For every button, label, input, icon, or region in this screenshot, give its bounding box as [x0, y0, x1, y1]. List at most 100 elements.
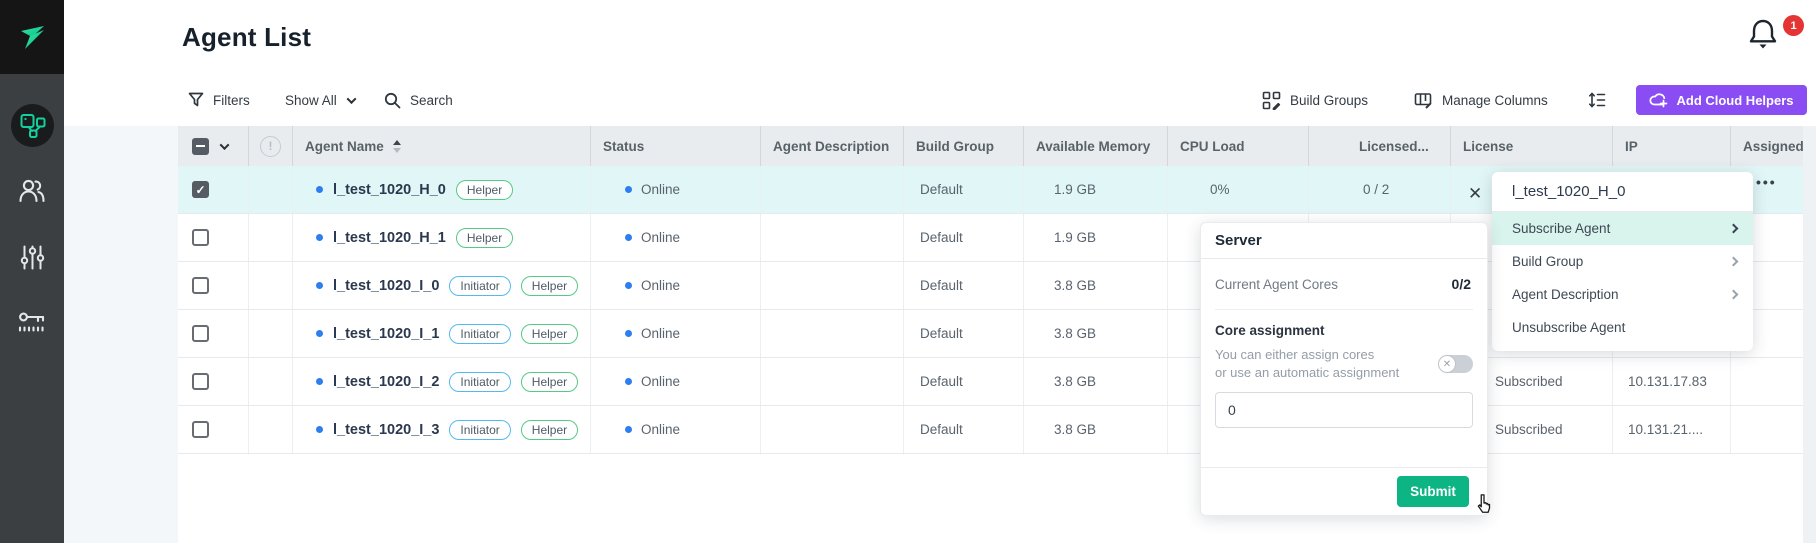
app-logo[interactable]: [0, 0, 64, 74]
status-text: Online: [641, 422, 680, 437]
sort-icon[interactable]: [393, 140, 401, 153]
agent-dot-icon: [316, 378, 323, 385]
status-dot-icon: [625, 234, 632, 241]
sidebar: [0, 0, 64, 543]
add-cloud-helpers-label: Add Cloud Helpers: [1676, 93, 1793, 108]
agent-name-text: l_test_1020_I_1: [333, 326, 439, 342]
status-text: Online: [641, 182, 680, 197]
row-height-button[interactable]: [1588, 85, 1606, 115]
menu-item-subscribe-agent[interactable]: Subscribe Agent: [1492, 212, 1753, 245]
page-title: Agent List: [182, 22, 311, 53]
row-checkbox[interactable]: [192, 421, 209, 438]
search-placeholder: Search: [410, 93, 453, 108]
menu-item-build-group[interactable]: Build Group: [1492, 245, 1753, 278]
licensed-cell: 0 / 2: [1308, 166, 1450, 213]
header-assigned[interactable]: Assigned: [1730, 126, 1803, 166]
agent-name-cell: l_test_1020_H_1Helper: [292, 214, 590, 261]
row-height-icon: [1588, 91, 1606, 109]
row-select-cell: [178, 166, 248, 213]
select-all-checkbox[interactable]: [192, 138, 209, 155]
close-panel-button[interactable]: ✕: [1468, 184, 1482, 204]
status-text: Online: [641, 374, 680, 389]
row-checkbox[interactable]: [192, 229, 209, 246]
search-input[interactable]: Search: [384, 85, 453, 115]
filters-label: Filters: [213, 93, 250, 108]
build-group-cell: Default: [903, 358, 1023, 405]
available-memory-cell: 3.8 GB: [1023, 262, 1167, 309]
assigned-cell: [1730, 406, 1803, 453]
header-available-memory[interactable]: Available Memory: [1023, 126, 1167, 166]
filters-button[interactable]: Filters: [188, 85, 250, 115]
status-cell: Online: [590, 406, 760, 453]
agent-list-page: Agent List 1 Filters Show All: [0, 0, 1816, 543]
initiator-badge: Initiator: [449, 420, 510, 440]
header-cpu-load[interactable]: CPU Load: [1167, 126, 1308, 166]
table-row[interactable]: l_test_1020_I_2InitiatorHelperOnlineDefa…: [178, 358, 1803, 406]
row-checkbox[interactable]: [192, 277, 209, 294]
status-text: Online: [641, 326, 680, 341]
header-license[interactable]: License: [1450, 126, 1612, 166]
cores-input[interactable]: [1215, 392, 1473, 428]
menu-item-label: Unsubscribe Agent: [1512, 320, 1625, 335]
row-checkbox[interactable]: [192, 325, 209, 342]
helper-badge: Helper: [456, 180, 513, 200]
sidebar-nav: [0, 74, 64, 356]
submenu-chevron-icon: [1729, 224, 1739, 234]
notifications-button[interactable]: 1: [1746, 16, 1796, 60]
notification-badge: 1: [1783, 15, 1804, 36]
filter-funnel-icon: [188, 92, 204, 108]
helper-badge: Helper: [521, 372, 578, 392]
sidebar-item-license[interactable]: [0, 290, 64, 356]
row-info-cell: [248, 214, 292, 261]
show-all-dropdown[interactable]: Show All: [285, 85, 355, 115]
status-cell: Online: [590, 310, 760, 357]
initiator-badge: Initiator: [449, 276, 510, 296]
status-dot-icon: [625, 330, 632, 337]
status-text: Online: [641, 278, 680, 293]
core-assignment-description: You can either assign cores or use an au…: [1215, 346, 1399, 382]
cursor-hand-icon: [1473, 493, 1495, 515]
agent-name-text: l_test_1020_I_0: [333, 278, 439, 294]
header-agent-description[interactable]: Agent Description: [760, 126, 903, 166]
sidebar-item-agents[interactable]: [0, 92, 64, 158]
agent-description-cell: [760, 310, 903, 357]
agent-name-cell: l_test_1020_I_0 Initiator Helper: [292, 262, 590, 309]
auto-assignment-toggle[interactable]: ✕: [1439, 355, 1473, 373]
submit-button[interactable]: Submit: [1397, 476, 1469, 507]
sidebar-item-settings[interactable]: [0, 224, 64, 290]
license-key-icon: [17, 310, 47, 336]
row-checkbox[interactable]: [192, 181, 209, 198]
build-groups-button[interactable]: Build Groups: [1262, 85, 1368, 115]
header-ip[interactable]: IP: [1612, 126, 1730, 166]
helper-badge: Helper: [521, 276, 578, 296]
menu-item-unsubscribe-agent[interactable]: Unsubscribe Agent: [1492, 311, 1753, 344]
menu-item-label: Subscribe Agent: [1512, 221, 1610, 236]
chevron-down-icon: [346, 94, 356, 104]
available-memory-cell: 3.8 GB: [1023, 406, 1167, 453]
initiator-badge: Initiator: [449, 324, 510, 344]
status-cell: Online: [590, 358, 760, 405]
header-build-group[interactable]: Build Group: [903, 126, 1023, 166]
agent-context-menu: l_test_1020_H_0 Subscribe Agent Build Gr…: [1492, 172, 1753, 351]
menu-item-agent-description[interactable]: Agent Description: [1492, 278, 1753, 311]
row-select-cell: [178, 214, 248, 261]
cpu-load-cell: 0%: [1167, 166, 1308, 213]
row-more-actions-icon[interactable]: •••: [1756, 174, 1777, 190]
table-row[interactable]: l_test_1020_I_3InitiatorHelperOnlineDefa…: [178, 406, 1803, 454]
available-memory-cell: 1.9 GB: [1023, 166, 1167, 213]
row-checkbox[interactable]: [192, 373, 209, 390]
header-status[interactable]: Status: [590, 126, 760, 166]
row-info-cell: [248, 358, 292, 405]
available-memory-cell: 3.8 GB: [1023, 310, 1167, 357]
sidebar-item-users[interactable]: [0, 158, 64, 224]
row-select-cell: [178, 310, 248, 357]
manage-columns-button[interactable]: Manage Columns: [1414, 85, 1548, 115]
add-cloud-helpers-button[interactable]: Add Cloud Helpers: [1636, 85, 1807, 115]
row-select-cell: [178, 406, 248, 453]
header-licensed[interactable]: Licensed...: [1308, 126, 1450, 166]
header-agent-name[interactable]: Agent Name: [292, 126, 590, 166]
agent-name-text: l_test_1020_H_0: [333, 182, 446, 198]
agent-dot-icon: [316, 330, 323, 337]
status-cell: Online: [590, 166, 760, 213]
select-menu-chevron-icon[interactable]: [220, 140, 230, 150]
